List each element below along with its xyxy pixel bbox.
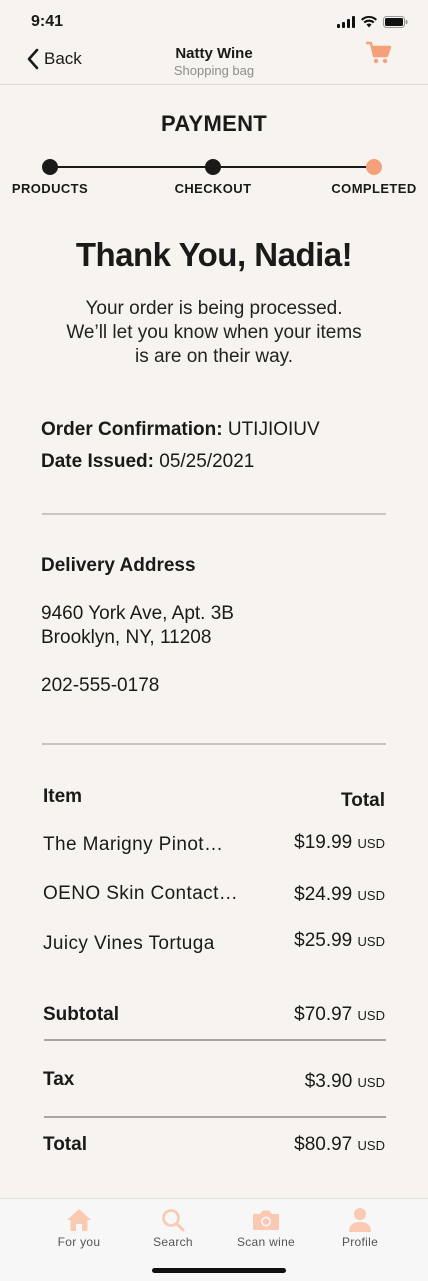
divider — [44, 1039, 386, 1041]
currency-label: USD — [357, 934, 385, 949]
processing-line-1: Your order is being processed. — [85, 298, 343, 319]
tab-scan-wine[interactable]: Scan wine — [221, 1207, 311, 1249]
item-header: Item — [43, 786, 83, 807]
battery-icon — [383, 16, 408, 28]
step-heading: PAYMENT — [160, 111, 267, 136]
address-line-1: 9460 York Ave, Apt. 3B — [41, 603, 234, 624]
currency-label: USD — [357, 836, 385, 851]
order-item-price: $19.99 USD — [294, 832, 385, 854]
step-dot-products — [42, 159, 58, 175]
date-issued: Date Issued: 05/25/2021 — [41, 451, 254, 473]
home-indicator — [152, 1268, 286, 1273]
camera-icon — [253, 1210, 279, 1230]
tab-label: Scan wine — [236, 1235, 296, 1249]
status-time: 9:41 — [31, 13, 64, 30]
step-label-completed: COMPLETED — [331, 181, 417, 196]
price-amount: $70.97 — [294, 1004, 353, 1025]
signal-icon — [337, 16, 355, 28]
thank-you-heading: Thank You, Nadia! — [75, 236, 353, 273]
search-icon — [162, 1209, 185, 1232]
delivery-heading: Delivery Address — [41, 555, 196, 576]
address-line-2: Brooklyn, NY, 11208 — [41, 627, 212, 648]
tab-label: Search — [153, 1235, 193, 1249]
order-confirmation-label: Order Confirmation: — [41, 419, 223, 440]
price-amount: $3.90 — [304, 1071, 353, 1092]
step-label-products: PRODUCTS — [11, 181, 89, 196]
profile-icon — [349, 1208, 371, 1232]
currency-label: USD — [357, 1075, 385, 1090]
processing-message: Your order is being processed. We’ll let… — [0, 297, 428, 369]
wifi-icon — [361, 16, 377, 28]
cart-button[interactable] — [365, 40, 392, 71]
currency-label: USD — [357, 888, 385, 903]
delivery-phone: 202-555-0178 — [41, 675, 160, 696]
tab-search[interactable]: Search — [128, 1207, 218, 1249]
divider — [42, 743, 386, 745]
divider — [42, 513, 386, 515]
nav-title: Natty Wine — [175, 45, 253, 62]
order-item-price: $24.99 USD — [294, 884, 385, 906]
subtotal-value: $70.97 USD — [294, 1004, 385, 1026]
total-value: $80.97 USD — [294, 1134, 385, 1156]
subtotal-label: Subtotal — [43, 1004, 119, 1025]
cart-icon — [365, 41, 392, 64]
order-confirmation: Order Confirmation: UTIJIOIUV — [41, 419, 320, 441]
status-icons — [337, 15, 408, 29]
home-icon — [67, 1209, 91, 1231]
price-amount: $19.99 — [294, 832, 353, 853]
order-item-name: The Marigny Pinot… — [43, 834, 224, 855]
order-confirmation-value: UTIJIOIUV — [227, 419, 320, 440]
currency-label: USD — [357, 1138, 385, 1153]
order-item-name: OENO Skin Contact… — [43, 883, 239, 904]
tax-value: $3.90 USD — [305, 1071, 385, 1093]
tab-label: For you — [57, 1235, 101, 1249]
tax-label: Tax — [43, 1069, 75, 1090]
order-item-name: Juicy Vines Tortuga — [43, 933, 215, 954]
divider — [44, 1116, 386, 1118]
step-label-checkout: CHECKOUT — [174, 181, 252, 196]
price-amount: $80.97 — [294, 1134, 353, 1155]
price-amount: $24.99 — [294, 884, 353, 905]
currency-label: USD — [357, 1008, 385, 1023]
tab-for-you[interactable]: For you — [34, 1207, 124, 1249]
nav-subtitle: Shopping bag — [173, 63, 255, 78]
step-dot-checkout — [205, 159, 221, 175]
tab-label: Profile — [341, 1235, 379, 1249]
nav-divider — [0, 84, 428, 85]
date-issued-label: Date Issued: — [41, 451, 154, 472]
processing-line-2: We’ll let you know when your items — [66, 322, 362, 343]
step-dot-completed — [366, 159, 382, 175]
total-label: Total — [43, 1134, 87, 1155]
tab-profile[interactable]: Profile — [315, 1207, 405, 1249]
delivery-address: 9460 York Ave, Apt. 3B Brooklyn, NY, 112… — [41, 602, 234, 650]
total-header: Total — [341, 790, 385, 811]
order-item-price: $25.99 USD — [294, 930, 385, 952]
processing-line-3: is are on their way. — [134, 346, 294, 367]
date-issued-value: 05/25/2021 — [159, 451, 255, 472]
price-amount: $25.99 — [294, 930, 353, 951]
